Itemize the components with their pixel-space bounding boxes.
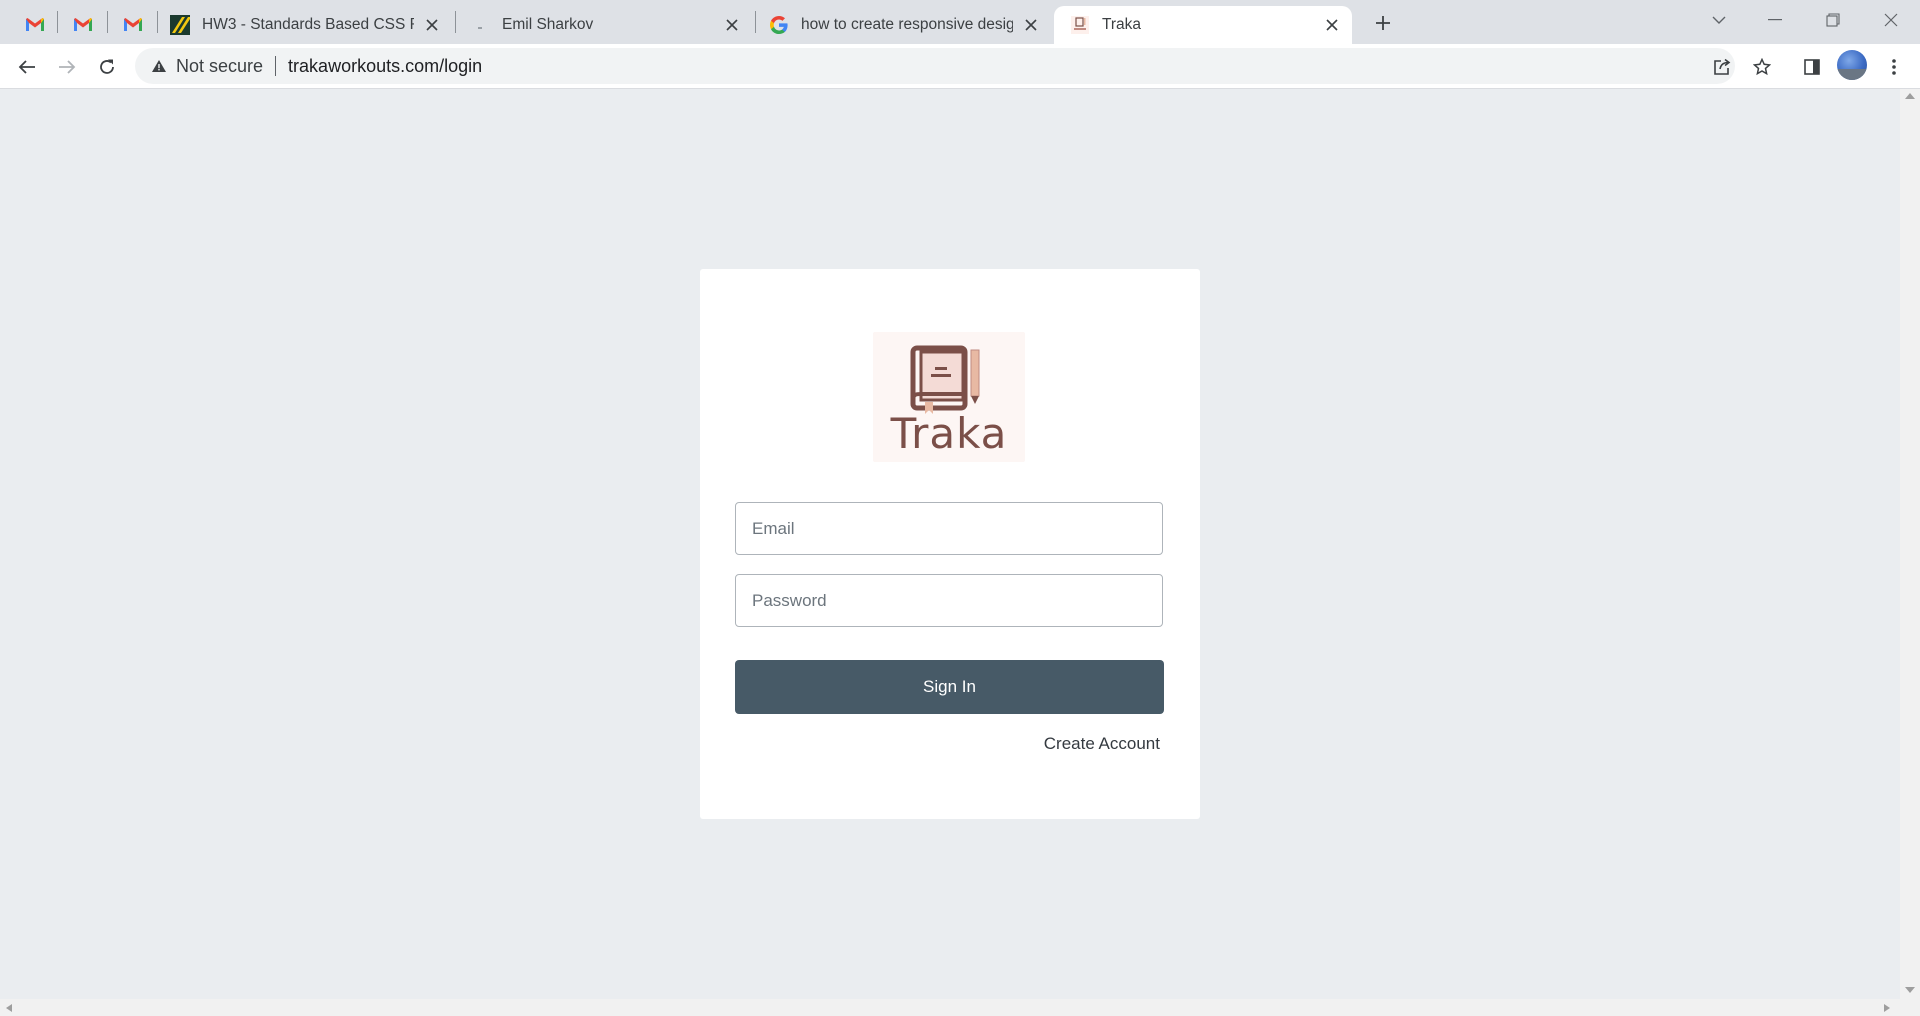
tab-strip: HW3 - Standards Based CSS Resp Emil Shar… — [0, 0, 1920, 44]
close-window-button[interactable] — [1862, 0, 1920, 40]
tab-hw3[interactable]: HW3 - Standards Based CSS Resp — [170, 6, 452, 44]
arrow-left-icon — [18, 60, 35, 74]
pinned-tab-gmail-3[interactable] — [110, 7, 156, 41]
scroll-down-arrow-icon[interactable] — [1905, 987, 1915, 993]
bookmark-button[interactable] — [1746, 51, 1778, 83]
tab-google-search[interactable]: how to create responsive design — [769, 6, 1051, 44]
restore-icon — [1826, 13, 1840, 27]
share-icon — [1714, 58, 1731, 75]
plus-icon — [1376, 16, 1390, 30]
close-icon[interactable] — [720, 13, 744, 37]
divider — [275, 56, 277, 76]
minimize-icon — [1768, 19, 1782, 21]
warning-icon[interactable] — [150, 57, 168, 75]
tab-separator — [57, 11, 58, 33]
reload-button[interactable] — [90, 50, 124, 84]
side-panel-button[interactable] — [1796, 51, 1828, 83]
close-icon — [1884, 13, 1898, 27]
logo-wordmark: Traka — [890, 409, 1008, 458]
traka-favicon — [1070, 15, 1090, 35]
sign-in-button[interactable]: Sign In — [735, 660, 1164, 714]
scroll-right-arrow-icon[interactable] — [1884, 1004, 1890, 1012]
email-field[interactable] — [735, 502, 1163, 555]
restore-button[interactable] — [1804, 0, 1862, 40]
close-icon[interactable] — [420, 13, 444, 37]
tab-separator — [455, 11, 456, 33]
menu-button[interactable] — [1878, 51, 1910, 83]
chevron-down-icon — [1712, 16, 1726, 24]
gmail-icon — [26, 17, 44, 31]
traka-logo: Traka — [873, 332, 1025, 462]
close-icon[interactable] — [1019, 13, 1043, 37]
vertical-scrollbar[interactable] — [1900, 89, 1920, 999]
horizontal-scrollbar[interactable] — [0, 999, 1920, 1016]
arrow-right-icon — [59, 60, 76, 74]
pinned-tab-gmail-1[interactable] — [12, 7, 58, 41]
create-account-link[interactable]: Create Account — [1040, 734, 1160, 754]
book-pencil-icon — [910, 345, 980, 414]
login-card: Traka Sign In Create Account — [700, 269, 1200, 819]
password-field[interactable] — [735, 574, 1163, 627]
scroll-left-arrow-icon[interactable] — [6, 1004, 12, 1012]
minimize-button[interactable] — [1746, 0, 1804, 40]
back-button[interactable] — [10, 50, 44, 84]
tab-emil-sharkov[interactable]: Emil Sharkov — [470, 6, 752, 44]
tab-title: how to create responsive design — [801, 16, 1013, 33]
blank-favicon — [470, 15, 490, 35]
profile-avatar[interactable] — [1837, 50, 1867, 80]
security-label[interactable]: Not secure — [176, 56, 263, 77]
pinned-tab-gmail-2[interactable] — [60, 7, 106, 41]
browser-toolbar: Not secure trakaworkouts.com/login — [0, 44, 1920, 89]
tab-separator — [755, 11, 756, 33]
new-tab-button[interactable] — [1366, 6, 1400, 40]
page-content: Traka Sign In Create Account — [0, 89, 1900, 999]
close-icon[interactable] — [1320, 13, 1344, 37]
tab-separator — [107, 11, 108, 33]
side-panel-icon — [1804, 59, 1820, 75]
tab-title: HW3 - Standards Based CSS Resp — [202, 16, 414, 33]
address-bar[interactable]: Not secure trakaworkouts.com/login — [135, 48, 1735, 84]
star-icon — [1753, 58, 1771, 76]
tab-title: Traka — [1102, 16, 1142, 33]
url-text[interactable]: trakaworkouts.com/login — [288, 56, 482, 77]
gmail-icon — [124, 17, 142, 31]
google-favicon — [769, 15, 789, 35]
forward-button[interactable] — [50, 50, 84, 84]
share-button[interactable] — [1706, 51, 1738, 83]
kebab-menu-icon — [1892, 59, 1896, 75]
reload-icon — [100, 59, 114, 74]
scroll-up-arrow-icon[interactable] — [1905, 93, 1915, 99]
tab-title: Emil Sharkov — [502, 16, 594, 33]
tab-traka[interactable]: Traka — [1054, 6, 1352, 44]
gmail-icon — [74, 17, 92, 31]
tab-separator — [157, 11, 158, 33]
stripes-favicon — [170, 15, 190, 35]
tab-search-button[interactable] — [1690, 0, 1748, 40]
